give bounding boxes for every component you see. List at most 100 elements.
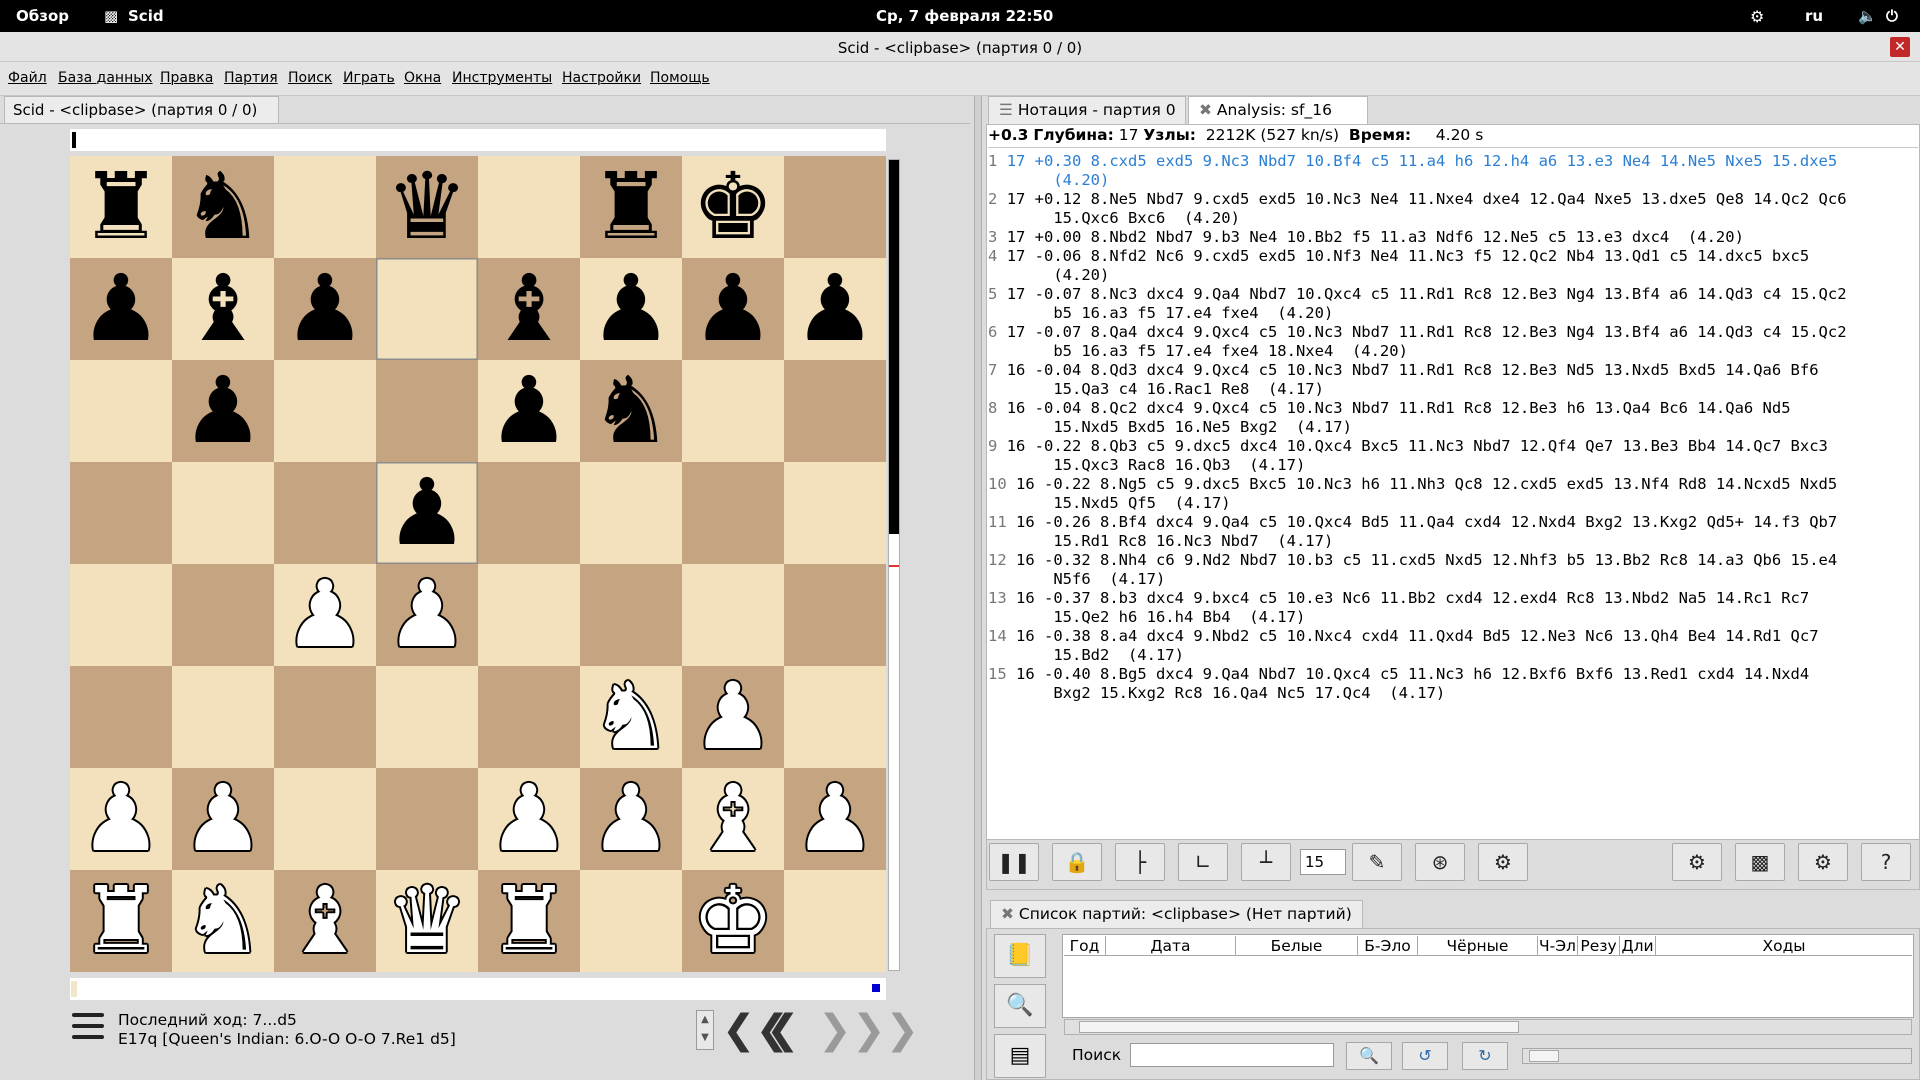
square[interactable] — [784, 156, 886, 258]
white-pawn-piece[interactable]: ♟ — [692, 671, 774, 763]
square[interactable] — [784, 666, 886, 768]
next-move-icon[interactable]: ❯ — [818, 1010, 852, 1050]
white-rook-piece[interactable]: ♜ — [488, 875, 570, 967]
square[interactable] — [70, 462, 172, 564]
square[interactable]: ♝ — [172, 258, 274, 360]
close-tab-icon[interactable]: ✖ — [1199, 101, 1217, 119]
menu-search[interactable]: Поиск — [288, 70, 332, 86]
black-pawn-piece[interactable]: ♟ — [284, 263, 366, 355]
square[interactable] — [478, 156, 580, 258]
analysis-line[interactable]: 9 16 -0.22 8.Qb3 c5 9.dxc5 dxc4 10.Qxc4 … — [988, 437, 1918, 456]
square[interactable]: ♚ — [682, 870, 784, 972]
app-menu-icon[interactable]: ▩ — [104, 7, 118, 25]
app-name[interactable]: Scid — [128, 7, 164, 25]
black-pawn-piece[interactable]: ♟ — [182, 365, 264, 457]
search-icon[interactable]: 🔍 — [1346, 1042, 1392, 1070]
black-pawn-piece[interactable]: ♟ — [794, 263, 876, 355]
square[interactable] — [274, 360, 376, 462]
square[interactable] — [784, 360, 886, 462]
white-pawn-piece[interactable]: ♟ — [182, 773, 264, 865]
white-pawn-piece[interactable]: ♟ — [80, 773, 162, 865]
square[interactable]: ♝ — [478, 258, 580, 360]
pause-engine-icon[interactable]: ❚❚ — [989, 843, 1039, 881]
tab-game-list[interactable]: ✖ Список партий: <clipbase> (Нет партий) — [990, 900, 1363, 928]
square[interactable]: ♟ — [376, 462, 478, 564]
square[interactable] — [682, 564, 784, 666]
clock[interactable]: Ср, 7 февраля 22:50 — [876, 7, 1053, 25]
games-slider[interactable] — [1522, 1048, 1912, 1064]
col-moves[interactable]: Ходы — [1656, 936, 1912, 956]
analysis-line[interactable]: 7 16 -0.04 8.Qd3 dxc4 9.Qxc4 c5 10.Nc3 N… — [988, 361, 1918, 380]
analysis-line[interactable]: 11 16 -0.26 8.Bf4 dxc4 9.Qa4 c5 10.Qxc4 … — [988, 513, 1918, 532]
analysis-line-continuation[interactable]: b5 16.a3 f5 17.e4 fxe4 18.Nxe4 (4.20) — [988, 342, 1918, 361]
square[interactable] — [580, 870, 682, 972]
search-input[interactable] — [1130, 1043, 1334, 1067]
analysis-line-continuation[interactable]: 15.Nxd5 Qf5 (4.17) — [988, 494, 1918, 513]
black-knight-piece[interactable]: ♞ — [590, 365, 672, 457]
last-move-icon[interactable]: ❯❯ — [852, 1010, 919, 1050]
square[interactable]: ♟ — [784, 258, 886, 360]
menu-play[interactable]: Играть — [343, 70, 395, 86]
white-pawn-piece[interactable]: ♟ — [488, 773, 570, 865]
volume-icon[interactable]: 🔈 — [1858, 7, 1877, 25]
language-indicator[interactable]: ru — [1805, 7, 1823, 25]
white-pawn-piece[interactable]: ♟ — [590, 773, 672, 865]
analysis-line[interactable]: 12 16 -0.32 8.Nh4 c6 9.Nd2 Nbd7 10.b3 c5… — [988, 551, 1918, 570]
col-year[interactable]: Год — [1064, 936, 1106, 956]
tab-analysis[interactable]: ✖ Analysis: sf_16 — [1188, 96, 1368, 124]
black-rook-piece[interactable]: ♜ — [590, 161, 672, 253]
white-pawn-piece[interactable]: ♟ — [284, 569, 366, 661]
black-pawn-piece[interactable]: ♟ — [488, 365, 570, 457]
help-icon[interactable]: ? — [1861, 843, 1911, 881]
analysis-line[interactable]: 4 17 -0.06 8.Nfd2 Nc6 9.cxd5 exd5 10.Nf3… — [988, 247, 1918, 266]
square[interactable] — [274, 462, 376, 564]
analysis-line-continuation[interactable]: b5 16.a3 f5 17.e4 fxe4 (4.20) — [988, 304, 1918, 323]
analysis-line-continuation[interactable]: (4.20) — [988, 171, 1918, 190]
analysis-line-continuation[interactable]: Bxg2 15.Kxg2 Rc8 16.Qa4 Nc5 17.Qc4 (4.17… — [988, 684, 1918, 703]
tab-notation[interactable]: ☰ Нотация - партия 0 — [988, 96, 1186, 124]
reset-filter-icon[interactable]: ↻ — [1462, 1042, 1508, 1070]
square[interactable] — [682, 360, 784, 462]
analysis-line-continuation[interactable]: 15.Qxc6 Bxc6 (4.20) — [988, 209, 1918, 228]
square[interactable]: ♞ — [172, 156, 274, 258]
analysis-line[interactable]: 5 17 -0.07 8.Nc3 dxc4 9.Qa4 Nbd7 10.Qxc4… — [988, 285, 1918, 304]
square[interactable]: ♟ — [580, 258, 682, 360]
previous-move-icon[interactable]: ❮ — [766, 1010, 800, 1050]
filter-icon[interactable]: ↺ — [1402, 1042, 1448, 1070]
menu-help[interactable]: Помощь — [650, 70, 710, 86]
menu-database[interactable]: База данных — [58, 70, 153, 86]
black-bishop-piece[interactable]: ♝ — [488, 263, 570, 355]
square[interactable]: ♜ — [478, 870, 580, 972]
analysis-line-continuation[interactable]: 15.Nxd5 Bxd5 16.Ne5 Bxg2 (4.17) — [988, 418, 1918, 437]
square[interactable]: ♟ — [478, 360, 580, 462]
analysis-line[interactable]: 2 17 +0.12 8.Ne5 Nbd7 9.cxd5 exd5 10.Nc3… — [988, 190, 1918, 209]
white-bishop-piece[interactable]: ♝ — [692, 773, 774, 865]
engine-config-icon[interactable]: ⚙ — [1478, 843, 1528, 881]
analysis-lines[interactable]: 1 17 +0.30 8.cxd5 exd5 9.Nc3 Nbd7 10.Bf4… — [988, 152, 1918, 703]
square[interactable]: ♞ — [580, 666, 682, 768]
analysis-line[interactable]: 8 16 -0.04 8.Qc2 dxc4 9.Qxc4 c5 10.Nc3 N… — [988, 399, 1918, 418]
col-length[interactable]: Дли — [1620, 936, 1656, 956]
square[interactable] — [376, 360, 478, 462]
gear-icon[interactable]: ⚙ — [1750, 7, 1764, 26]
square[interactable]: ♝ — [274, 870, 376, 972]
square[interactable] — [682, 462, 784, 564]
square[interactable] — [274, 666, 376, 768]
square[interactable]: ♟ — [274, 564, 376, 666]
white-rook-piece[interactable]: ♜ — [80, 875, 162, 967]
square[interactable] — [172, 564, 274, 666]
square[interactable] — [172, 666, 274, 768]
zoom-icon[interactable]: 🔍 — [994, 984, 1046, 1028]
white-pawn-piece[interactable]: ♟ — [386, 569, 468, 661]
square[interactable]: ♜ — [70, 156, 172, 258]
col-black-elo[interactable]: Ч-Эл — [1538, 936, 1578, 956]
col-date[interactable]: Дата — [1106, 936, 1236, 956]
square[interactable] — [784, 564, 886, 666]
chessboard[interactable]: ♜ ♞ ♛ ♜ ♚ ♟ ♝ ♟ ♝ ♟ ♟ ♟ ♟ ♟ ♞ ♟ ♟ ♟ ♞ ♟ ♟ ♟ ♟ ♟ ♝ ♟ ♜ ♞ ♝ ♛ ♜ ♚ — [70, 156, 886, 972]
settings-icon[interactable]: ⚙ — [1672, 843, 1722, 881]
black-pawn-piece[interactable]: ♟ — [80, 263, 162, 355]
square[interactable] — [376, 768, 478, 870]
engine-info-icon[interactable]: ⚙ — [1798, 843, 1848, 881]
square[interactable] — [478, 462, 580, 564]
analysis-line-continuation[interactable]: (4.20) — [988, 266, 1918, 285]
